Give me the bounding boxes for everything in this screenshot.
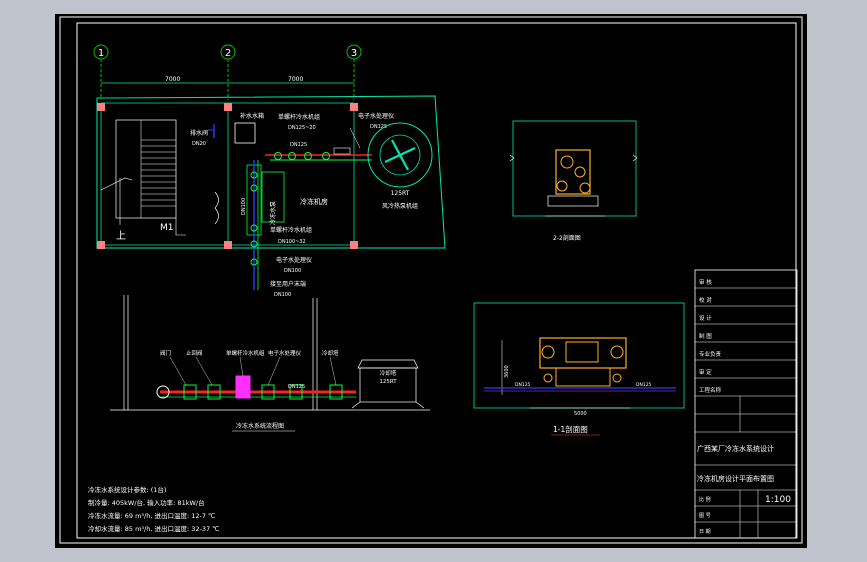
pipe-size-mid: DN125 — [290, 142, 307, 148]
column-a2 — [224, 103, 232, 111]
pump-group-label: 冷冻水泵 — [269, 201, 277, 225]
tb-row-5: 专业负责 — [699, 350, 722, 358]
tb-row-4: 制 图 — [699, 332, 712, 340]
dimension-1: 7000 — [165, 76, 180, 83]
dimension-2: 7000 — [288, 76, 303, 83]
fan-spec: 125RT — [391, 190, 410, 197]
room-name: 冷冻机房 — [300, 197, 328, 206]
tb-drawing-no-label: 图 号 — [699, 513, 711, 519]
grid-axis-3-label: 3 — [351, 48, 357, 59]
grid-axis-1-label: 1 — [98, 48, 104, 59]
tb-scale-label: 比 例 — [699, 496, 711, 503]
note-2: 制冷量: 405kW/台, 输入功率: 81kW/台 — [88, 498, 205, 507]
elev-label-3: 单螺杆冷水机组 — [226, 349, 265, 357]
note-1: 冷冻水系统设计参数: (1台) — [88, 485, 166, 494]
tb-date-label: 日 期 — [699, 529, 711, 535]
to-floor-label: 接至用户末端 — [270, 280, 306, 288]
tower-spec: 125RT — [379, 379, 397, 385]
section-1-1-pipe-a: DN125 — [515, 382, 531, 388]
make-up-size: DN20 — [192, 141, 206, 147]
column-b1 — [97, 241, 105, 249]
note-4: 冷却水流量: 85 m³/h, 进出口温度: 32-37 ℃ — [88, 524, 219, 533]
section-1-1-left-dim: 3600 — [504, 365, 510, 378]
electronic-top-label: 电子水处理仪 — [358, 112, 394, 120]
elev-label-2: 止回阀 — [186, 349, 203, 357]
tb-drawing-name: 冷冻机房设计平面布置图 — [697, 474, 774, 483]
column-b3 — [350, 241, 358, 249]
electronic-bottom-size: DN100 — [284, 268, 301, 274]
tb-row-3: 设 计 — [699, 314, 712, 322]
section-2-2-title: 2-2剖面图 — [553, 234, 581, 242]
elev-label-5: 冷却塔 — [322, 349, 339, 357]
tower-label: 冷却塔 — [380, 369, 397, 377]
tb-project-name: 广西某厂冷冻水系统设计 — [697, 444, 774, 453]
elevation-chiller-valve — [235, 375, 251, 399]
tb-row-7: 工程名称 — [699, 386, 722, 394]
tb-scale: 1:100 — [765, 495, 791, 505]
elev-label-1: 阀门 — [160, 349, 171, 357]
valve-top-label: 单螺杆冷水机组 — [278, 113, 320, 121]
tb-row-2: 校 对 — [699, 296, 712, 304]
valve-bottom-size: DN100~32 — [278, 239, 306, 245]
column-b2 — [224, 241, 232, 249]
valve-top-size: DN125~20 — [288, 125, 316, 131]
cad-drawing-canvas: 1 2 3 7000 7000 上 M1 补水水箱 排水阀 DN20 单螺杆冷水… — [0, 0, 867, 562]
pipe-v-size: DN100 — [241, 198, 247, 215]
make-up-label: 排水阀 — [190, 129, 208, 137]
column-a3 — [350, 103, 358, 111]
grid-axis-2-label: 2 — [225, 48, 231, 59]
valve-bottom-label: 单螺杆冷水机组 — [270, 226, 312, 234]
elev-label-4: 电子水处理仪 — [268, 349, 302, 357]
tb-row-1: 审 核 — [699, 278, 712, 286]
tb-row-6: 审 定 — [699, 368, 712, 376]
note-3: 冷冻水流量: 69 m³/h, 进出口温度: 12-7 ℃ — [88, 511, 215, 520]
to-floor-size: DN100 — [274, 292, 291, 298]
section-1-1-title: 1-1剖面图 — [553, 424, 588, 434]
section-1-1-pipe-b: DN125 — [636, 382, 652, 388]
fan-name: 风冷热泵机组 — [382, 202, 418, 210]
section-1-1-bottom-dim: 5000 — [574, 411, 587, 417]
stair-up-label: 上 — [116, 230, 126, 242]
elev-pipe-size: DN125 — [288, 384, 305, 390]
column-a1 — [97, 103, 105, 111]
elevation-title: 冷冻水系统流程图 — [236, 422, 284, 430]
drawing-area[interactable] — [55, 14, 807, 548]
water-tank-label: 补水水箱 — [240, 112, 264, 120]
door-label: M1 — [160, 223, 174, 233]
electronic-bottom-label: 电子水处理仪 — [276, 256, 312, 264]
